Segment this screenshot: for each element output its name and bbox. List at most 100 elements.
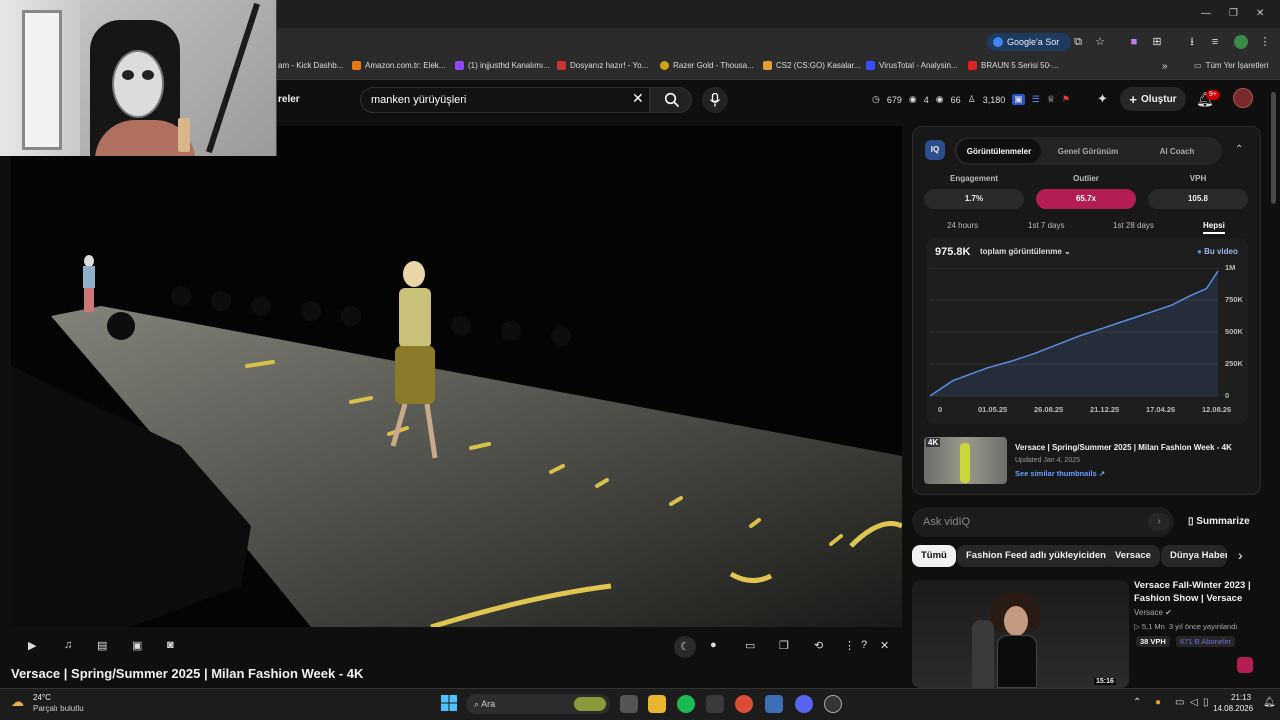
taskbar-search[interactable]: ⌕ Ara [466, 694, 610, 714]
tray-chevron-icon[interactable]: ⌃ [1133, 697, 1141, 708]
app-icon[interactable] [706, 695, 724, 713]
task-view-icon[interactable] [620, 695, 638, 713]
views-metric-dropdown[interactable]: toplam görüntülenme ⌄ [980, 247, 1071, 256]
y-tick-label: 0 [1225, 391, 1230, 400]
file-explorer-icon[interactable] [648, 695, 666, 713]
video-player[interactable] [11, 126, 902, 627]
windows-start-icon[interactable] [441, 695, 457, 711]
range-all[interactable]: Hepsi [1203, 221, 1225, 234]
notification-center-icon[interactable]: 🔔︎ [1263, 697, 1276, 708]
close-window-icon[interactable]: ✕ [1256, 8, 1264, 19]
network-icon[interactable]: ▭ [1175, 697, 1184, 708]
chip-versace[interactable]: Versace [1106, 545, 1160, 567]
bookmark-item[interactable]: CS2 (CS:GO) Kasalar... [763, 61, 860, 70]
miniplayer-icon[interactable]: ▭ [745, 639, 755, 652]
bookmark-item[interactable]: Dosyanız hazır! - Yo... [557, 61, 648, 70]
obs-icon[interactable] [824, 695, 842, 713]
battery-icon[interactable]: ▯ [1203, 697, 1209, 708]
chip-world-news[interactable]: Dünya Haber [1161, 545, 1227, 567]
camera-icon[interactable]: ▶︎ [28, 639, 36, 652]
search-input[interactable]: manken yürüyüşleri [360, 87, 650, 113]
scrollbar-thumb[interactable] [1271, 92, 1276, 204]
vidiq-floating-icon[interactable] [1237, 657, 1253, 673]
dark-mode-icon[interactable]: ☾ [674, 636, 696, 658]
all-bookmarks-folder[interactable]: ▭ Tüm Yer İşaretleri [1194, 61, 1268, 70]
screenshot-icon[interactable]: ◙ [167, 639, 174, 651]
rec-channel-name[interactable]: Versace ✔ [1134, 608, 1172, 617]
loop-icon[interactable]: ⟲ [814, 639, 823, 652]
volume-icon[interactable]: ◁ [1190, 697, 1198, 708]
bookmark-item[interactable]: Razer Gold - Thousa... [660, 61, 754, 70]
reading-list-icon[interactable]: ≡ [1208, 35, 1222, 49]
legend-dot-icon: ● [1197, 247, 1202, 256]
music-icon[interactable]: ♫ [64, 639, 72, 651]
windows-taskbar [0, 688, 1280, 720]
chrome-icon[interactable] [735, 695, 753, 713]
app-blue-icon[interactable] [765, 695, 783, 713]
trophy-icon[interactable]: ♕ [1047, 94, 1055, 105]
range-24h[interactable]: 24 hours [947, 221, 978, 230]
captions-icon[interactable]: ▣ [132, 639, 142, 652]
bookmark-item[interactable]: (1) injjusthd Kanalımı... [455, 61, 550, 70]
avatar[interactable] [1233, 88, 1253, 108]
range-28d[interactable]: 1st 28 days [1113, 221, 1154, 230]
voice-search-button[interactable] [702, 87, 728, 113]
menu-kebab-icon[interactable]: ⋮ [1258, 35, 1272, 49]
spotify-icon[interactable] [677, 695, 695, 713]
extension-icon[interactable]: ■ [1127, 35, 1141, 49]
tab-ai-coach[interactable]: AI Coach [1135, 139, 1219, 163]
folder-icon: ▭ [1194, 61, 1202, 70]
clock-time[interactable]: 21:13 [1231, 693, 1251, 702]
related-video-title[interactable]: Versace | Spring/Summer 2025 | Milan Fas… [1015, 443, 1250, 452]
list-icon[interactable]: ☰ [1032, 94, 1040, 105]
install-app-icon[interactable]: ⧉ [1071, 35, 1085, 49]
minimize-icon[interactable]: — [1201, 8, 1211, 19]
vidiq-icon[interactable]: ▣ [1012, 94, 1025, 105]
close-icon[interactable]: ✕ [880, 639, 889, 652]
related-video-thumbnail[interactable]: 4K [924, 437, 1007, 484]
discord-icon[interactable] [795, 695, 813, 713]
clear-search-icon[interactable]: ✕ [632, 90, 644, 107]
engagement-value: 1.7% [924, 189, 1024, 209]
chip-all[interactable]: Tümü [912, 545, 956, 567]
search-button[interactable] [650, 87, 692, 113]
profile-icon[interactable] [1234, 35, 1248, 49]
more-icon[interactable]: ⋮ [844, 639, 855, 652]
collapse-chevron-icon[interactable]: ⌃ [1235, 144, 1243, 155]
chips-next-chevron-icon[interactable]: › [1238, 547, 1243, 563]
download-icon[interactable]: ⭳ [1185, 35, 1199, 49]
extensions-puzzle-icon[interactable]: ⊞ [1150, 35, 1164, 49]
rec-video-title-2[interactable]: Fashion Show | Versace [1134, 593, 1242, 604]
tab-overview[interactable]: Genel Görünüm [1046, 139, 1130, 163]
create-button[interactable]: + Oluştur [1120, 87, 1186, 111]
maximize-icon[interactable]: ❐ [1229, 8, 1238, 19]
ask-vidiq-input[interactable]: Ask vidIQ [912, 507, 1174, 537]
help-icon[interactable]: ? [861, 639, 867, 651]
weather-desc[interactable]: Parçalı bulutlu [33, 704, 84, 713]
summarize-button[interactable]: ▯ Summarize [1188, 516, 1250, 527]
nav-label[interactable]: reler [278, 94, 300, 105]
images-icon[interactable]: ▤ [97, 639, 107, 652]
rec-video-title-1[interactable]: Versace Fall-Winter 2023 | [1134, 580, 1251, 591]
see-similar-thumbnails-link[interactable]: See similar thumbnails ↗ [1015, 469, 1105, 478]
bookmarks-overflow-icon[interactable]: » [1162, 61, 1168, 72]
flag-icon[interactable]: ⚑ [1062, 94, 1070, 105]
stack-icon[interactable]: ❐ [779, 639, 789, 652]
bookmark-item[interactable]: BRAUN 5 Serisi 50-... [968, 61, 1058, 70]
recommended-video-thumbnail[interactable]: 15:16 [912, 580, 1129, 688]
bookmark-item[interactable]: am - Kick Dashb... [278, 61, 343, 70]
tab-views[interactable]: Görüntülenmeler [957, 139, 1041, 163]
lightbulb-icon[interactable]: ● [710, 639, 717, 651]
range-7d[interactable]: 1st 7 days [1028, 221, 1064, 230]
google-ask-button[interactable]: Google'a Sor [987, 33, 1071, 51]
clock-date[interactable]: 14.08.2026 [1213, 704, 1253, 713]
bookmark-item[interactable]: Amazon.com.tr: Elek... [352, 61, 445, 70]
chip-fashion-feed[interactable]: Fashion Feed adlı yükleyiciden [957, 545, 1115, 567]
ai-assist-icon[interactable]: ✦ [1097, 91, 1108, 107]
weather-temp[interactable]: 24°C [33, 693, 51, 702]
send-chevron-icon[interactable]: › [1148, 513, 1170, 531]
y-tick-label: 250K [1225, 359, 1243, 368]
bookmark-item[interactable]: VirusTotal - Analysin... [866, 61, 958, 70]
bookmark-star-icon[interactable]: ☆ [1093, 35, 1107, 49]
microphone-tray-icon[interactable]: ● [1155, 697, 1161, 708]
